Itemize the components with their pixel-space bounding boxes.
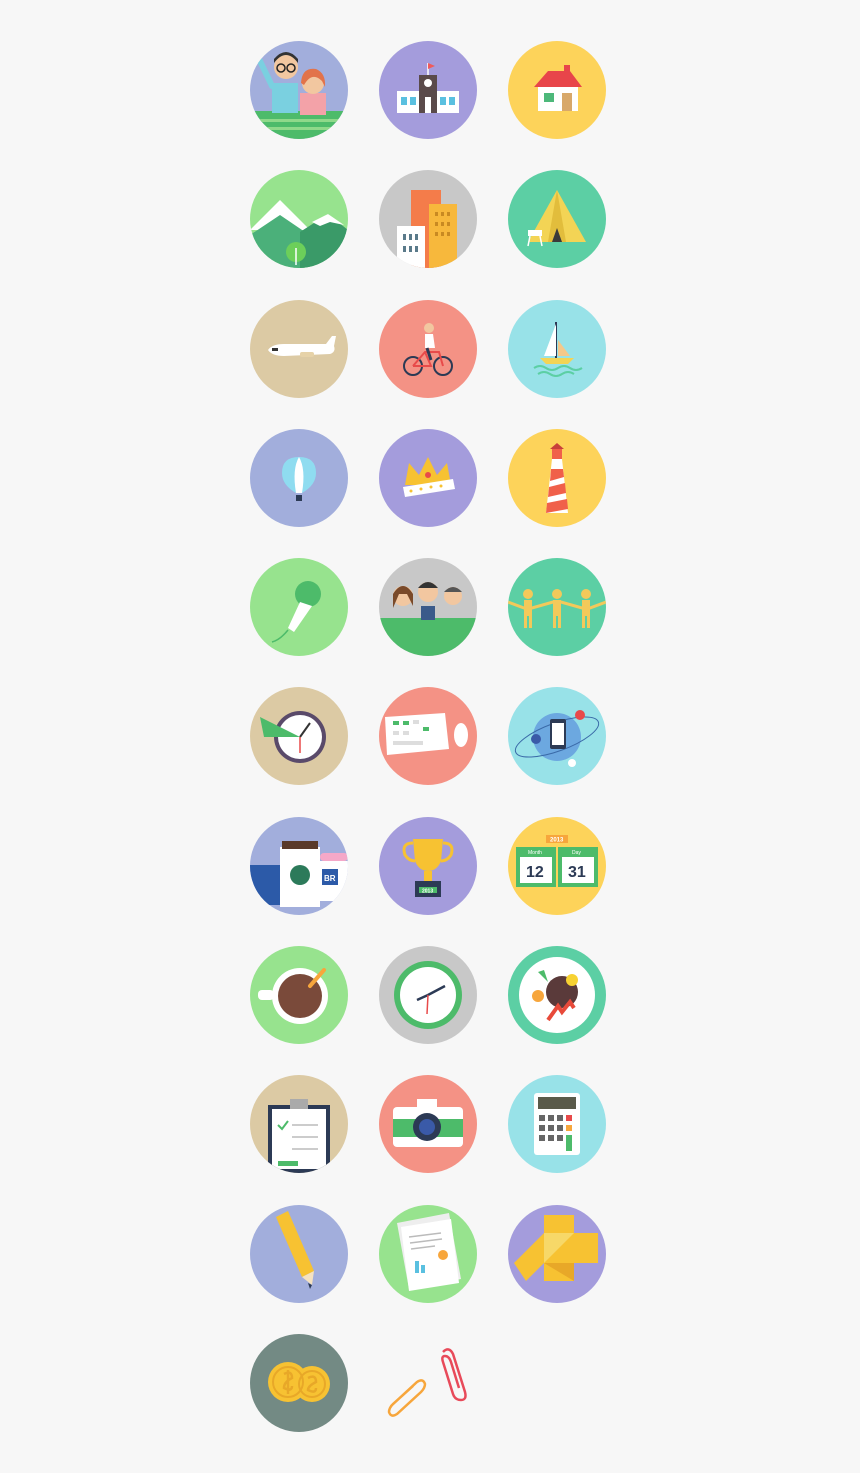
camera-icon xyxy=(379,1075,477,1174)
trophy-icon: 2013 xyxy=(379,816,477,915)
brand-label: BR xyxy=(324,874,336,883)
airplane-icon xyxy=(250,299,348,398)
couple-icon xyxy=(250,41,348,139)
calendar-day-label: Day xyxy=(572,850,581,856)
coffee-cups-icon: BR xyxy=(250,816,348,915)
school-icon xyxy=(379,41,477,139)
microphone-icon xyxy=(250,558,348,657)
keyboard-mouse-icon xyxy=(379,687,477,786)
coins-icon xyxy=(250,1333,348,1432)
paperclips-icon xyxy=(379,1334,477,1432)
calendar-month: 12 xyxy=(526,864,544,881)
globe-phone-icon xyxy=(508,687,606,786)
calendar-year: 2013 xyxy=(550,837,564,843)
wall-clock-icon xyxy=(379,946,477,1045)
house-icon xyxy=(508,41,606,139)
calendar-icon: 2013 Month Day 12 31 xyxy=(508,816,606,915)
icon-grid: BR 2013 2013 Month Day 12 31 xyxy=(250,41,610,1432)
lighthouse-icon xyxy=(508,428,606,527)
clock-radar-icon xyxy=(250,687,348,786)
camping-tent-icon xyxy=(508,170,606,269)
crown-icon xyxy=(379,428,477,527)
calendar-month-label: Month xyxy=(528,850,542,856)
trophy-year: 2013 xyxy=(422,888,433,894)
sailboat-icon xyxy=(508,299,606,398)
pencil-icon xyxy=(250,1204,348,1303)
coffee-mug-icon xyxy=(250,946,348,1045)
food-plate-icon xyxy=(508,946,606,1045)
calculator-icon xyxy=(508,1075,606,1174)
documents-icon xyxy=(379,1204,477,1303)
calendar-day: 31 xyxy=(568,864,586,881)
group-people-icon xyxy=(379,558,477,657)
hot-air-balloon-icon xyxy=(250,428,348,527)
origami-icon xyxy=(508,1204,606,1303)
city-buildings-icon xyxy=(379,170,477,269)
clipboard-icon xyxy=(250,1075,348,1174)
mountains-icon xyxy=(250,170,348,269)
people-chain-icon xyxy=(508,558,606,657)
cyclist-icon xyxy=(379,299,477,398)
